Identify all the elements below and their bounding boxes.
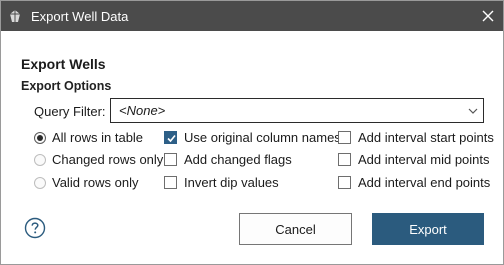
radio-label: Changed rows only xyxy=(52,152,164,167)
radio-label: Valid rows only xyxy=(52,175,139,190)
section-title: Export Options xyxy=(21,79,112,93)
checkbox-label: Add changed flags xyxy=(184,152,292,167)
checkbox-label: Add interval mid points xyxy=(358,152,490,167)
checkbox-interval-end[interactable]: Add interval end points xyxy=(338,175,490,190)
checkbox-changed-flags[interactable]: Add changed flags xyxy=(164,152,292,167)
checkbox-label: Add interval end points xyxy=(358,175,491,190)
export-button[interactable]: Export xyxy=(372,213,484,245)
radio-changed-rows[interactable]: Changed rows only xyxy=(34,152,163,167)
query-filter-value: <None> xyxy=(119,103,166,118)
close-icon xyxy=(482,10,494,22)
checkbox-box xyxy=(338,131,351,144)
radio-indicator xyxy=(34,153,46,166)
checkbox-box xyxy=(164,131,177,144)
export-well-data-dialog: Export Well Data Export Wells Export Opt… xyxy=(0,0,504,265)
cancel-button[interactable]: Cancel xyxy=(239,213,352,245)
checkbox-box xyxy=(338,153,351,166)
checkbox-label: Add interval start points xyxy=(358,130,494,145)
help-button[interactable] xyxy=(24,217,46,239)
checkbox-box xyxy=(164,153,177,166)
checkbox-interval-start[interactable]: Add interval start points xyxy=(338,130,494,145)
help-icon xyxy=(24,217,46,239)
title-bar: Export Well Data xyxy=(1,1,503,31)
checkbox-label: Use original column names xyxy=(184,130,341,145)
checkmark-icon xyxy=(167,134,176,143)
checkbox-original-column-names[interactable]: Use original column names xyxy=(164,130,341,145)
radio-indicator xyxy=(34,131,46,144)
radio-valid-rows[interactable]: Valid rows only xyxy=(34,175,138,190)
dialog-heading: Export Wells xyxy=(21,56,106,72)
window-title: Export Well Data xyxy=(31,9,129,24)
radio-indicator xyxy=(34,176,46,189)
query-filter-label: Query Filter: xyxy=(34,104,106,119)
close-button[interactable] xyxy=(473,1,503,31)
chevron-down-icon xyxy=(468,108,478,114)
checkbox-box xyxy=(338,176,351,189)
checkbox-box xyxy=(164,176,177,189)
radio-label: All rows in table xyxy=(52,130,144,145)
radio-all-rows[interactable]: All rows in table xyxy=(34,130,143,145)
checkbox-invert-dip[interactable]: Invert dip values xyxy=(164,175,279,190)
checkbox-interval-mid[interactable]: Add interval mid points xyxy=(338,152,490,167)
query-filter-select[interactable]: <None> xyxy=(110,98,484,123)
app-logo-icon xyxy=(8,9,22,23)
checkbox-label: Invert dip values xyxy=(184,175,279,190)
